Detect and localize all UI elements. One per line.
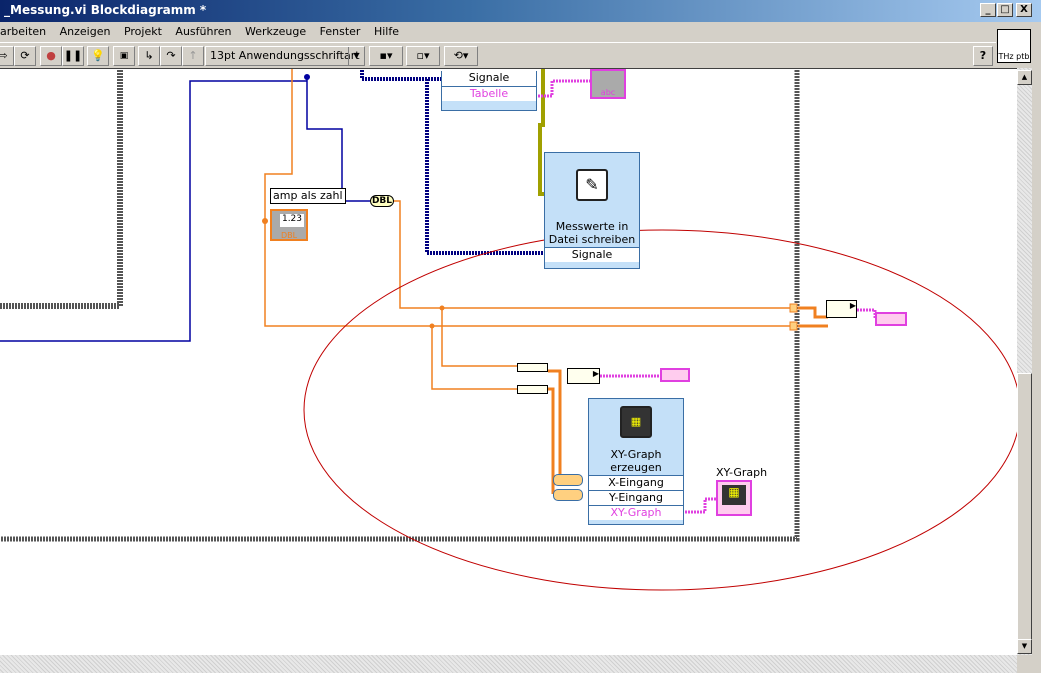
write-to-file-node[interactable]: ✎ Messwerte in Datei schreiben Signale (544, 152, 640, 269)
vertical-scrollbar[interactable]: ▲ ▼ (1017, 68, 1032, 655)
blue-wire (0, 80, 307, 342)
orange-wire (441, 308, 517, 367)
abort-icon[interactable]: ● (40, 46, 62, 66)
bundle-node[interactable]: ▶ (567, 368, 600, 384)
vi-icon: THz ptb (997, 29, 1031, 63)
graph-icon: ▦ (722, 485, 746, 505)
wires (0, 69, 1017, 591)
terminal-x-eingang[interactable]: X-Eingang (589, 475, 683, 490)
write-node-title: Messwerte in Datei schreiben (548, 220, 636, 246)
bundle-node[interactable]: ▶ (826, 300, 857, 318)
amp-label: amp als zahl (270, 188, 346, 204)
help-button[interactable]: ? (973, 46, 993, 66)
build-array-node[interactable] (517, 363, 548, 372)
cluster-wire (685, 497, 718, 514)
align-objects-icon[interactable]: ▪▾ (369, 46, 403, 66)
menu-projekt[interactable]: Projekt (124, 25, 162, 38)
table-conversion-node[interactable]: Signale Tabelle (441, 71, 537, 111)
scroll-up-arrow[interactable]: ▲ (1017, 70, 1032, 85)
step-into-icon[interactable]: ↳ (138, 46, 160, 66)
window-title: _Messung.vi Blockdiagramm * (4, 3, 207, 17)
close-button[interactable]: X (1016, 3, 1032, 17)
index-array-x[interactable] (553, 474, 583, 486)
minimize-button[interactable]: _ (980, 3, 996, 17)
horizontal-scrollbar[interactable] (0, 655, 1017, 673)
build-array-node[interactable] (517, 385, 548, 394)
chevron-down-icon: ▼ (348, 47, 364, 65)
vi-icon-label: THz ptb (998, 52, 1030, 61)
terminal-signale[interactable]: Signale (545, 247, 639, 262)
distribute-objects-icon[interactable]: ▫▾ (406, 46, 440, 66)
menu-hilfe[interactable]: Hilfe (374, 25, 399, 38)
font-select[interactable]: 13pt Anwendungsschriftart ▼ (205, 46, 365, 66)
menu-werkzeuge[interactable]: Werkzeuge (245, 25, 306, 38)
signal-wire (360, 69, 443, 81)
retain-wire-values-icon[interactable]: ▣ (113, 46, 135, 66)
while-loop-border (0, 69, 123, 309)
amp-numeric-control[interactable]: 1.23 DBL (270, 209, 308, 241)
menu-anzeigen[interactable]: Anzeigen (60, 25, 111, 38)
cluster-indicator[interactable] (660, 368, 690, 382)
step-out-icon[interactable]: ↑ (182, 46, 204, 66)
amp-type-label: DBL (280, 231, 298, 240)
title-bar: _Messung.vi Blockdiagramm * _ □ X (0, 0, 1041, 22)
xy-graph-indicator[interactable]: ▦ (716, 480, 752, 516)
menu-fenster[interactable]: Fenster (320, 25, 361, 38)
string-type-label: abc (600, 88, 616, 97)
index-array-y[interactable] (553, 489, 583, 501)
cluster-wire (857, 308, 877, 319)
xy-graph-label: XY-Graph (716, 466, 768, 479)
block-diagram-canvas[interactable]: Signale Tabelle abc ✎ Messwerte in Datei… (0, 68, 1017, 655)
terminal-y-eingang[interactable]: Y-Eingang (589, 490, 683, 505)
xy-graph-icon: ▦ (620, 406, 652, 438)
highlight-execution-icon[interactable]: 💡 (87, 46, 109, 66)
maximize-button[interactable]: □ (997, 3, 1013, 17)
reorder-icon[interactable]: ⟲▾ (444, 46, 478, 66)
menu-bar: arbeiten Anzeigen Projekt Ausführen Werk… (0, 22, 996, 42)
scroll-down-arrow[interactable]: ▼ (1017, 639, 1032, 654)
to-double-conversion[interactable]: DBL (370, 195, 394, 207)
blue-wire (306, 77, 370, 202)
xy-node-title: XY-Graph erzeugen (610, 448, 662, 474)
xy-graph-express-node[interactable]: ▦ XY-Graph erzeugen X-Eingang Y-Eingang … (588, 398, 684, 525)
orange-array-wire (798, 306, 828, 319)
pause-icon[interactable]: ❚❚ (62, 46, 84, 66)
toolbar: ⇨ ⟳ ● ❚❚ 💡 ▣ ↳ ↷ ↑ 13pt Anwendungsschrif… (0, 42, 996, 68)
font-select-value: 13pt Anwendungsschriftart (210, 49, 360, 62)
write-file-icon: ✎ (576, 169, 608, 201)
run-continuously-icon[interactable]: ⟳ (14, 46, 36, 66)
terminal-xy-graph[interactable]: XY-Graph (589, 505, 683, 520)
amp-value: 1.23 (280, 214, 304, 227)
cluster-indicator[interactable] (875, 312, 907, 326)
menu-bearbeiten[interactable]: arbeiten (0, 25, 46, 38)
run-arrow-icon[interactable]: ⇨ (0, 46, 14, 66)
terminal-signale[interactable]: Signale (442, 71, 536, 86)
step-over-icon[interactable]: ↷ (160, 46, 182, 66)
menu-ausfuehren[interactable]: Ausführen (175, 25, 231, 38)
terminal-tabelle[interactable]: Tabelle (442, 86, 536, 101)
orange-wire (431, 326, 517, 390)
string-indicator[interactable]: abc (590, 69, 626, 99)
vertical-scroll-thumb[interactable] (1017, 373, 1032, 643)
